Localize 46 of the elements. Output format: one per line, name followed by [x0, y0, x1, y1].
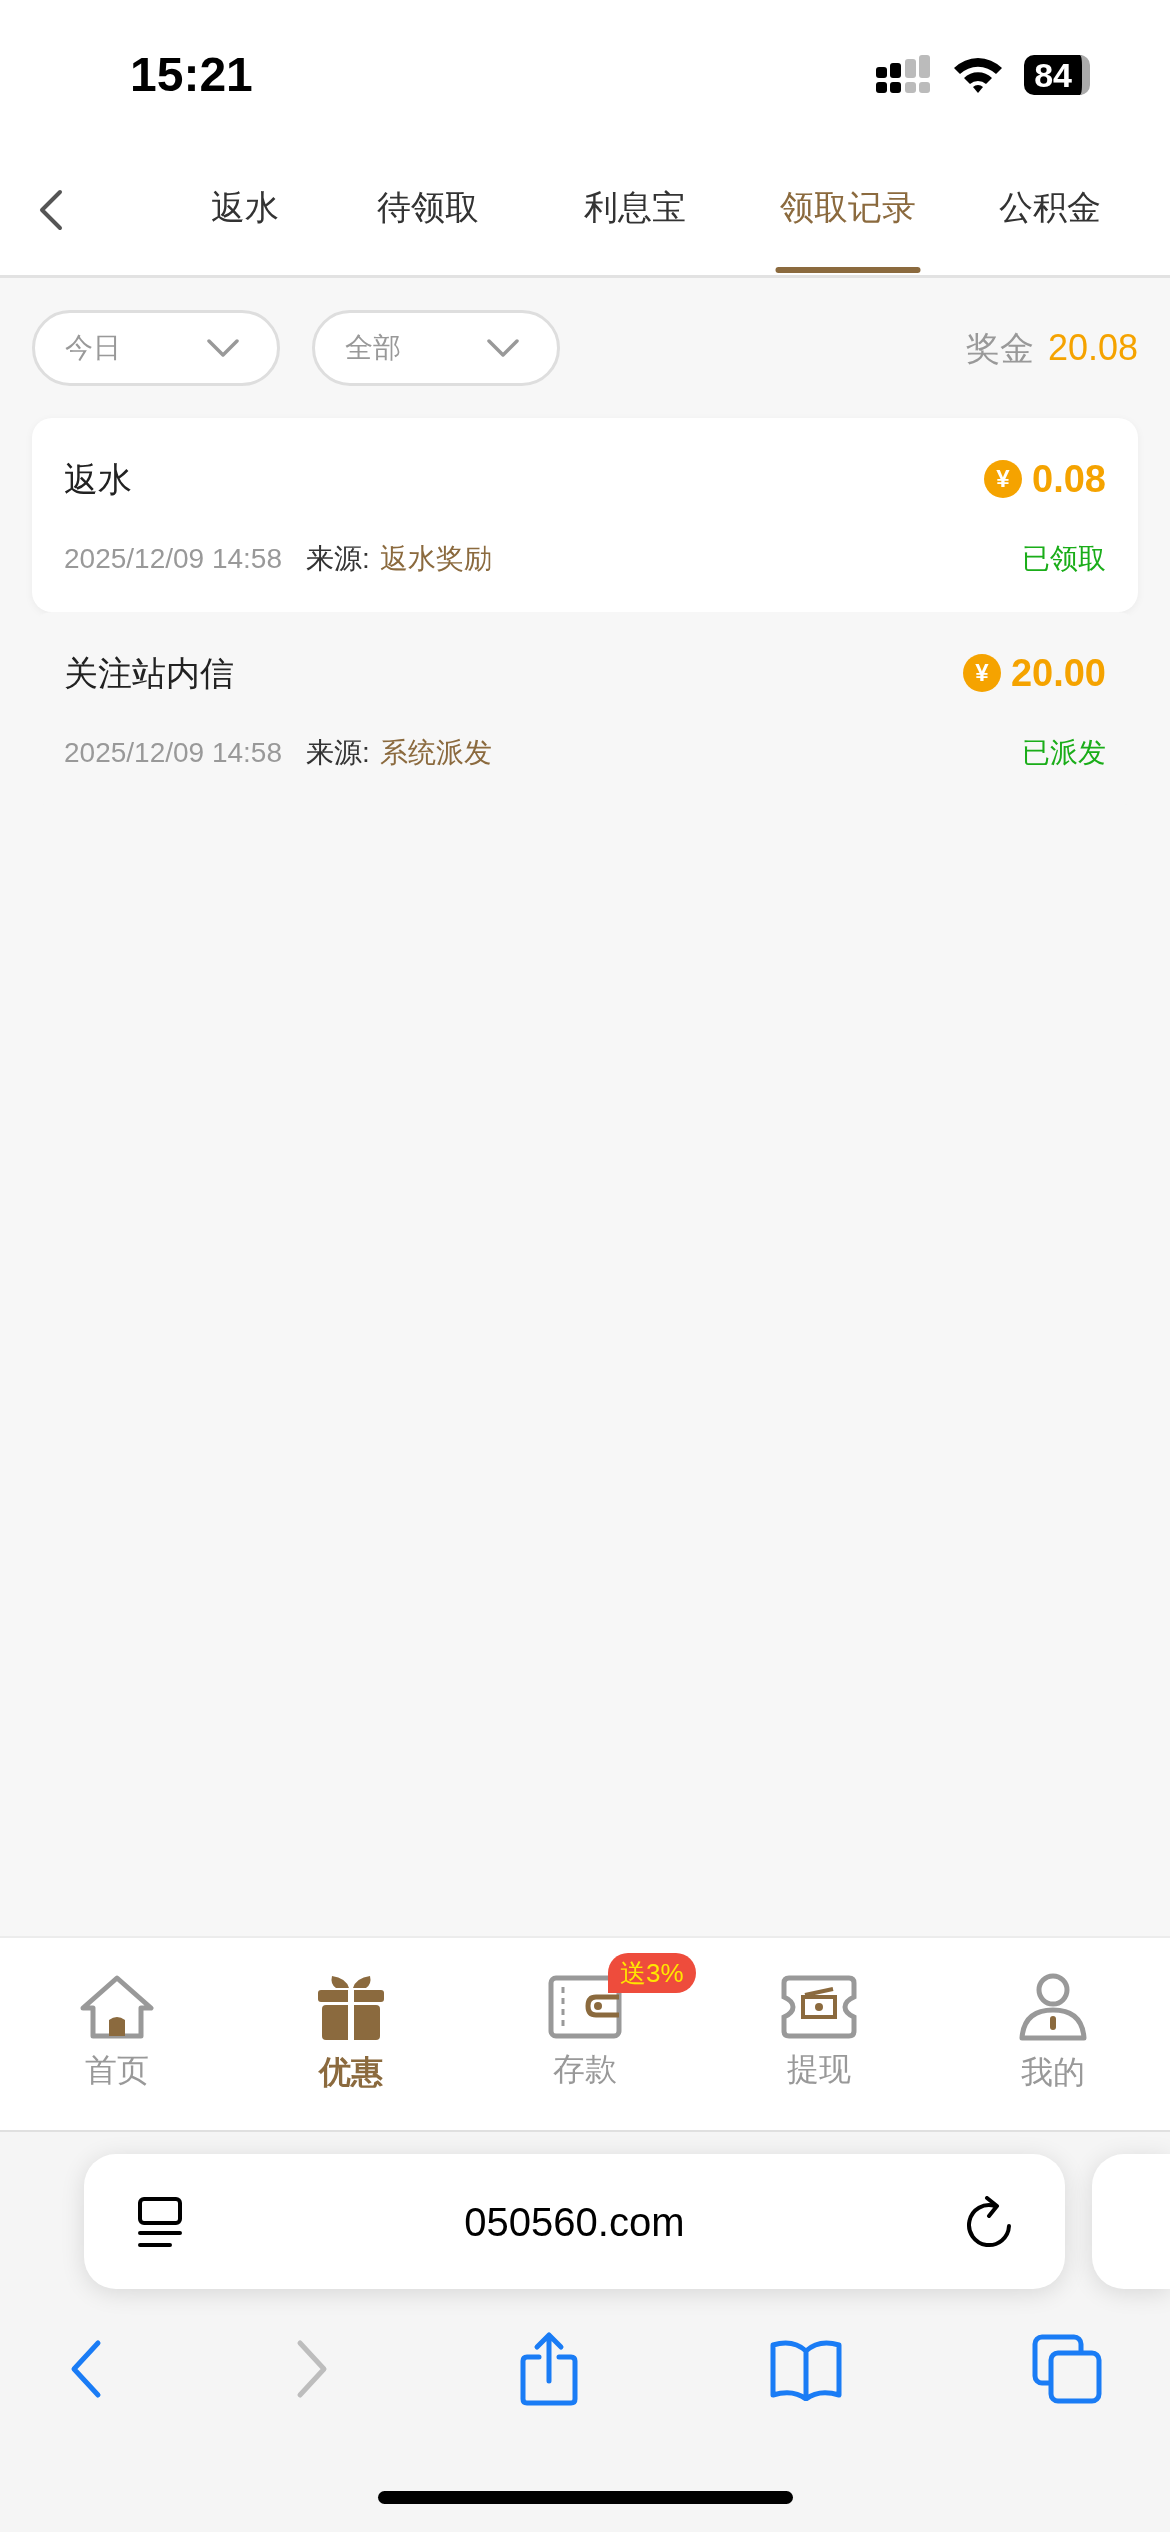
record-time: 2025/12/09 14:58 [64, 541, 282, 576]
bonus-label: 奖金 [965, 327, 1034, 369]
record-status: 已领取 [1022, 541, 1106, 576]
battery-level: 84 [1024, 55, 1090, 95]
wifi-icon [952, 56, 1005, 94]
nav-tab[interactable]: 优惠 [296, 1972, 406, 2096]
record-title: 返水 [64, 458, 132, 500]
record-title: 关注站内信 [64, 652, 234, 694]
nav-tab[interactable]: 提现 [761, 1975, 877, 2093]
tab[interactable]: 利息宝 [535, 140, 735, 275]
tab[interactable]: 公积金 [960, 140, 1140, 275]
record-amount: 0.08 [1032, 456, 1106, 502]
tab[interactable]: 待领取 [320, 140, 535, 275]
ticket-icon [781, 1975, 857, 2039]
bonus-amount: 20.08 [1047, 326, 1138, 370]
source-label: 来源: [306, 735, 370, 770]
record-source: 系统派发 [379, 735, 492, 770]
tab[interactable]: 领取记录 [735, 140, 960, 275]
record-status: 已派发 [1022, 735, 1106, 770]
source-label: 来源: [306, 541, 370, 576]
tabs-icon[interactable] [1032, 2334, 1102, 2404]
signal-icon [876, 55, 933, 95]
filter-dropdown[interactable]: 今日 [32, 310, 280, 386]
book-icon[interactable] [768, 2337, 843, 2401]
nav-tab[interactable]: 我的 [998, 1972, 1108, 2096]
chevron-down-icon [487, 339, 519, 357]
nav-tab[interactable]: 首页 [59, 1974, 175, 2094]
status-time: 15:21 [130, 47, 253, 103]
address-bar[interactable]: 050560.com [84, 2154, 1065, 2289]
coin-icon: ¥ [962, 654, 1001, 692]
record-time: 2025/12/09 14:58 [64, 735, 282, 770]
page-menu-icon[interactable] [136, 2194, 184, 2249]
coin-icon: ¥ [984, 460, 1023, 498]
home-icon [79, 1974, 155, 2040]
record-source: 返水奖励 [379, 541, 492, 576]
wallet-icon [548, 1975, 622, 2039]
record-amount: 20.00 [1010, 650, 1106, 696]
reload-icon[interactable] [964, 2195, 1013, 2248]
share-icon[interactable] [519, 2331, 579, 2407]
promo-badge: 送3% [608, 1953, 696, 1993]
record-card[interactable]: 返水 ¥ 0.08 2025/12/09 14:58 来源: 返水奖励 已领取 [32, 418, 1138, 612]
person-icon [1018, 1972, 1088, 2042]
filter-dropdown[interactable]: 全部 [312, 310, 560, 386]
url-text: 050560.com [464, 2198, 685, 2246]
chevron-down-icon [207, 339, 239, 357]
tab[interactable]: 返水 [170, 140, 320, 275]
